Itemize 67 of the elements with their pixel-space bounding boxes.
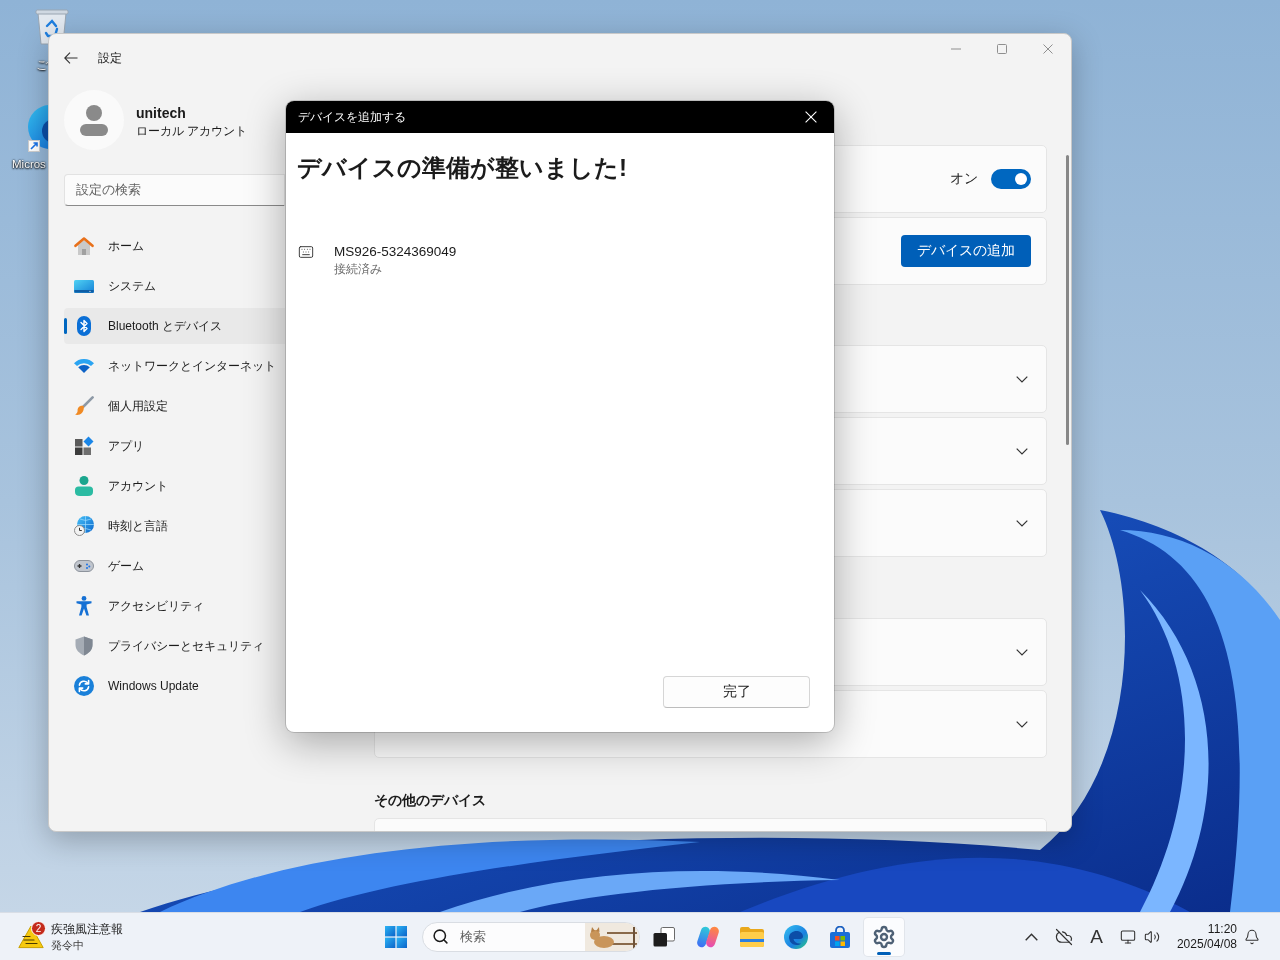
dialog-title: デバイスを追加する [298, 108, 406, 126]
bell-icon[interactable] [1244, 928, 1260, 945]
nav-item[interactable]: ネットワークとインターネット [64, 348, 285, 384]
monitor-icon[interactable] [1119, 928, 1136, 945]
overlapping-squares-icon [653, 926, 675, 947]
cat-drawing [585, 922, 639, 951]
account-name: unitech [136, 104, 187, 121]
search-icon [432, 928, 449, 945]
clock-date[interactable]: 2025/04/08 [1176, 936, 1237, 952]
chevron-up-icon[interactable] [1025, 932, 1039, 941]
back-arrow-icon[interactable] [64, 52, 78, 64]
slanted-pills-icon [696, 924, 720, 949]
accessibility-icon [76, 596, 92, 616]
shield-icon [75, 636, 93, 656]
person-silhouette-icon [64, 90, 124, 150]
folder-icon [740, 926, 764, 947]
nav-item[interactable]: 時刻と言語 [64, 508, 285, 544]
wifi-icon [74, 359, 94, 373]
shopping-bag-icon [829, 925, 851, 948]
cloud-off-icon[interactable] [1055, 927, 1074, 946]
weather-subtitle[interactable]: 発令中 [51, 937, 84, 952]
house-icon [74, 237, 94, 255]
nav-item[interactable]: システム [64, 268, 285, 304]
search-field[interactable]: 設定の検索 [64, 174, 285, 206]
toggle-state-label: オン [950, 170, 978, 188]
nav-item[interactable]: Bluetooth とデバイス [64, 308, 285, 344]
nav-item[interactable]: アプリ [64, 428, 285, 464]
bluetooth-icon [77, 316, 91, 336]
nav-item[interactable]: アカウント [64, 468, 285, 504]
section-heading: その他のデバイス [374, 791, 486, 809]
globe-clock-icon [74, 516, 94, 536]
person-icon [75, 476, 93, 496]
maximize-icon[interactable] [997, 44, 1007, 54]
selection-bar [64, 318, 67, 334]
account-type: ローカル アカウント [136, 122, 248, 140]
dialog-heading: デバイスの準備が整いました! [297, 153, 627, 183]
nav-item[interactable]: プライバシーとセキュリティ [64, 628, 285, 664]
clock-time[interactable]: 11:20 [1207, 921, 1237, 937]
settings-icon [872, 924, 896, 949]
nav-item[interactable]: 個人用設定 [64, 388, 285, 424]
start-icon[interactable] [385, 925, 407, 948]
app-tiles-icon [74, 436, 94, 456]
swirl-circle-icon [784, 924, 808, 949]
desktop-icon-label: ご [36, 58, 48, 72]
gamepad-icon [74, 560, 94, 572]
nav-item[interactable]: ゲーム [64, 548, 285, 584]
sync-icon [74, 676, 94, 696]
alert-count: 2 [31, 920, 46, 936]
input-mode-indicator[interactable]: A [1090, 926, 1103, 947]
paintbrush-icon [74, 396, 94, 416]
search-field[interactable]: 検索 [422, 921, 640, 952]
toggle-switch[interactable] [991, 169, 1031, 189]
done-button[interactable]: 完了 [663, 676, 810, 708]
nav-item[interactable]: アクセシビリティ [64, 588, 285, 624]
weather-title[interactable]: 疾強風注意報 [51, 921, 123, 937]
device-status: 接続済み [334, 262, 382, 277]
speaker-icon[interactable] [1143, 928, 1160, 945]
window-title: 設定 [98, 49, 122, 67]
desktop-icon-label: Micros [12, 157, 46, 171]
display-icon [74, 279, 94, 293]
nav-item[interactable]: Windows Update [64, 668, 285, 704]
add-device-button[interactable]: デバイスの追加 [901, 235, 1031, 267]
taskbar-app-button[interactable] [864, 917, 904, 956]
device-name: MS926-5324369049 [334, 243, 457, 260]
scrollbar-thumb[interactable] [1066, 155, 1069, 445]
nav-item[interactable]: ホーム [64, 228, 285, 264]
keyboard-icon [298, 244, 314, 260]
